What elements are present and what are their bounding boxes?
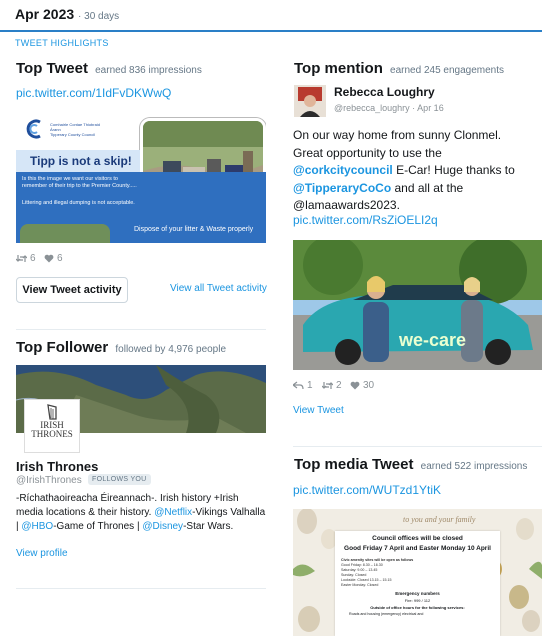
top-media-subtitle: earned 522 impressions (420, 461, 528, 472)
header-rule (0, 30, 542, 32)
bio-mention-disney[interactable]: @Disney (142, 521, 183, 532)
tweet-highlights-label: TWEET HIGHLIGHTS (15, 38, 109, 48)
period-month: Apr 2023 (15, 6, 75, 22)
card-heading: Council offices will be closed (372, 535, 463, 542)
poster-bottom-photo (20, 224, 110, 243)
top-mention-title: Top mention (294, 60, 383, 77)
follower-name[interactable]: Irish Thrones (16, 459, 98, 474)
card-script: to you and your family (403, 515, 476, 524)
mention-tipperarycoco[interactable]: @TipperaryCoCo (293, 181, 391, 195)
top-tweet-heading: Top Tweet earned 836 impressions (16, 60, 202, 77)
top-tweet-image[interactable]: Comhairle Contae Thiobraid Árann Tippera… (16, 110, 266, 243)
mention-retweet-stat: 2 (322, 380, 342, 391)
top-mention-subtitle: earned 245 engagements (390, 65, 505, 76)
avatar-logo-line-2: THRONES (31, 429, 73, 439)
harp-icon (25, 404, 79, 420)
card-line-7: Emergency numbers (395, 591, 440, 596)
heart-icon (350, 381, 360, 390)
view-all-tweet-activity-link[interactable]: View all Tweet activity (170, 283, 267, 294)
bio-mention-hbo[interactable]: @HBO (21, 521, 53, 532)
heart-icon (44, 254, 54, 263)
poster-footer: Dispose of your litter & Waste properly (134, 226, 254, 233)
poster-headline: Tipp is not a skip! (30, 154, 132, 168)
follower-bio: -Ríchathaoireacha Éireannach-. Irish his… (16, 492, 268, 534)
top-tweet-retweets: 6 (30, 253, 36, 264)
mention-author-handle[interactable]: @rebecca_loughry · Apr 16 (334, 103, 444, 113)
top-follower-heading: Top Follower followed by 4,976 people (16, 339, 226, 356)
closure-notice-card: Council offices will be closed Good Frid… (335, 531, 500, 636)
poster-headline-band: Tipp is not a skip! (16, 150, 140, 172)
mention-corkcitycouncil[interactable]: @corkcitycouncil (293, 163, 393, 177)
council-name: Comhairle Contae Thiobraid Árann Tippera… (50, 122, 100, 137)
view-profile-link[interactable]: View profile (16, 548, 68, 559)
top-media-heading: Top media Tweet earned 522 impressions (294, 456, 527, 473)
top-tweet-retweet-stat: 6 (16, 253, 36, 264)
mention-tweet-text: On our way home from sunny Clonmel. Grea… (293, 127, 531, 215)
mention-author-name[interactable]: Rebecca Loughry (334, 85, 435, 99)
card-dates: Good Friday 7 April and Easter Monday 10… (344, 545, 491, 552)
top-follower-title: Top Follower (16, 339, 109, 356)
retweet-icon (322, 381, 333, 390)
council-logo-icon (24, 118, 46, 140)
bio-mention-netflix[interactable]: @Netflix (154, 507, 192, 518)
mention-reply-stat: 1 (293, 380, 313, 391)
top-tweet-like-stat: 6 (44, 253, 63, 264)
top-tweet-link[interactable]: pic.twitter.com/1IdFvDKWwQ (16, 86, 171, 100)
top-follower-subtitle: followed by 4,976 people (115, 344, 227, 355)
reply-icon (293, 381, 304, 390)
section-divider (293, 446, 542, 447)
follower-bio-text-4: -Star Wars. (183, 521, 234, 532)
mention-retweets: 2 (336, 380, 342, 391)
follower-handle[interactable]: @IrishThrones (16, 475, 82, 486)
period-days: · 30 days (78, 11, 120, 22)
irish-thrones-avatar[interactable]: IRISH THRONES (24, 399, 80, 453)
top-media-link[interactable]: pic.twitter.com/WUTzd1YtiK (293, 483, 441, 497)
mention-photo[interactable]: we-care (293, 240, 542, 370)
mention-replies: 1 (307, 380, 313, 391)
card-line-10: Roads and housing (emergency) electrical… (349, 612, 424, 616)
top-tweet-title: Top Tweet (16, 60, 88, 77)
retweet-icon (16, 254, 27, 263)
mention-text-part-1: On our way home from sunny Clonmel. Grea… (293, 128, 502, 160)
follower-bio-text-3: -Game of Thrones | (53, 521, 143, 532)
card-line-6: Easter Monday: Closed (341, 583, 379, 587)
card-line-8: Fire: 999 / 112 (404, 598, 431, 603)
poster-body-text: Is this the image we want our visitors t… (22, 176, 137, 189)
view-tweet-activity-button[interactable]: View Tweet activity (16, 277, 128, 303)
period-header[interactable]: Apr 2023 · 30 days (15, 6, 119, 22)
mention-like-stat: 30 (350, 380, 374, 391)
section-divider (16, 588, 266, 589)
car-brand-text: we-care (399, 330, 467, 350)
top-media-image[interactable]: to you and your family Council offices w… (293, 509, 542, 636)
view-tweet-link[interactable]: View Tweet (293, 405, 344, 416)
section-divider (16, 329, 266, 330)
top-media-title: Top media Tweet (294, 456, 414, 473)
top-mention-heading: Top mention earned 245 engagements (294, 60, 504, 77)
top-tweet-subtitle: earned 836 impressions (95, 65, 202, 76)
follows-you-badge: FOLLOWS YOU (88, 474, 151, 485)
mention-tweet-link[interactable]: pic.twitter.com/RsZiOELI2q (293, 213, 438, 227)
mention-text-part-2: E-Car! Huge thanks to (392, 163, 515, 177)
top-tweet-likes: 6 (57, 253, 63, 264)
mention-likes: 30 (363, 380, 375, 391)
poster-body-text-2: Littering and illegal dumping is not acc… (22, 200, 135, 206)
mention-avatar[interactable] (294, 85, 326, 117)
